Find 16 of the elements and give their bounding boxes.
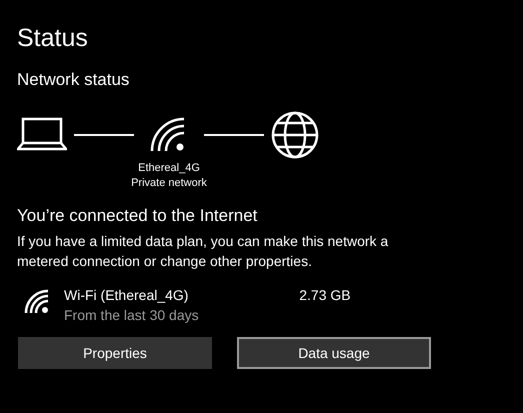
data-usage-amount: 2.73 GB [299, 286, 351, 305]
data-usage-button[interactable]: Data usage [237, 337, 431, 369]
status-heading: You’re connected to the Internet [17, 205, 258, 227]
properties-button[interactable]: Properties [18, 337, 212, 369]
laptop-icon [17, 117, 67, 151]
connector-line [74, 134, 134, 136]
network-type: Private network [131, 176, 207, 191]
adapter-name: Wi-Fi (Ethereal_4G) [64, 286, 188, 305]
description-text: If you have a limited data plan, you can make this network a metered connection or change other properties. [17, 232, 390, 271]
section-heading: Network status [17, 69, 130, 91]
connector-line [204, 134, 264, 136]
wifi-icon [24, 289, 50, 315]
network-name: Ethereal_4G [138, 161, 200, 176]
globe-icon [270, 111, 320, 159]
page-title: Status [17, 23, 88, 54]
usage-period: From the last 30 days [64, 306, 199, 325]
